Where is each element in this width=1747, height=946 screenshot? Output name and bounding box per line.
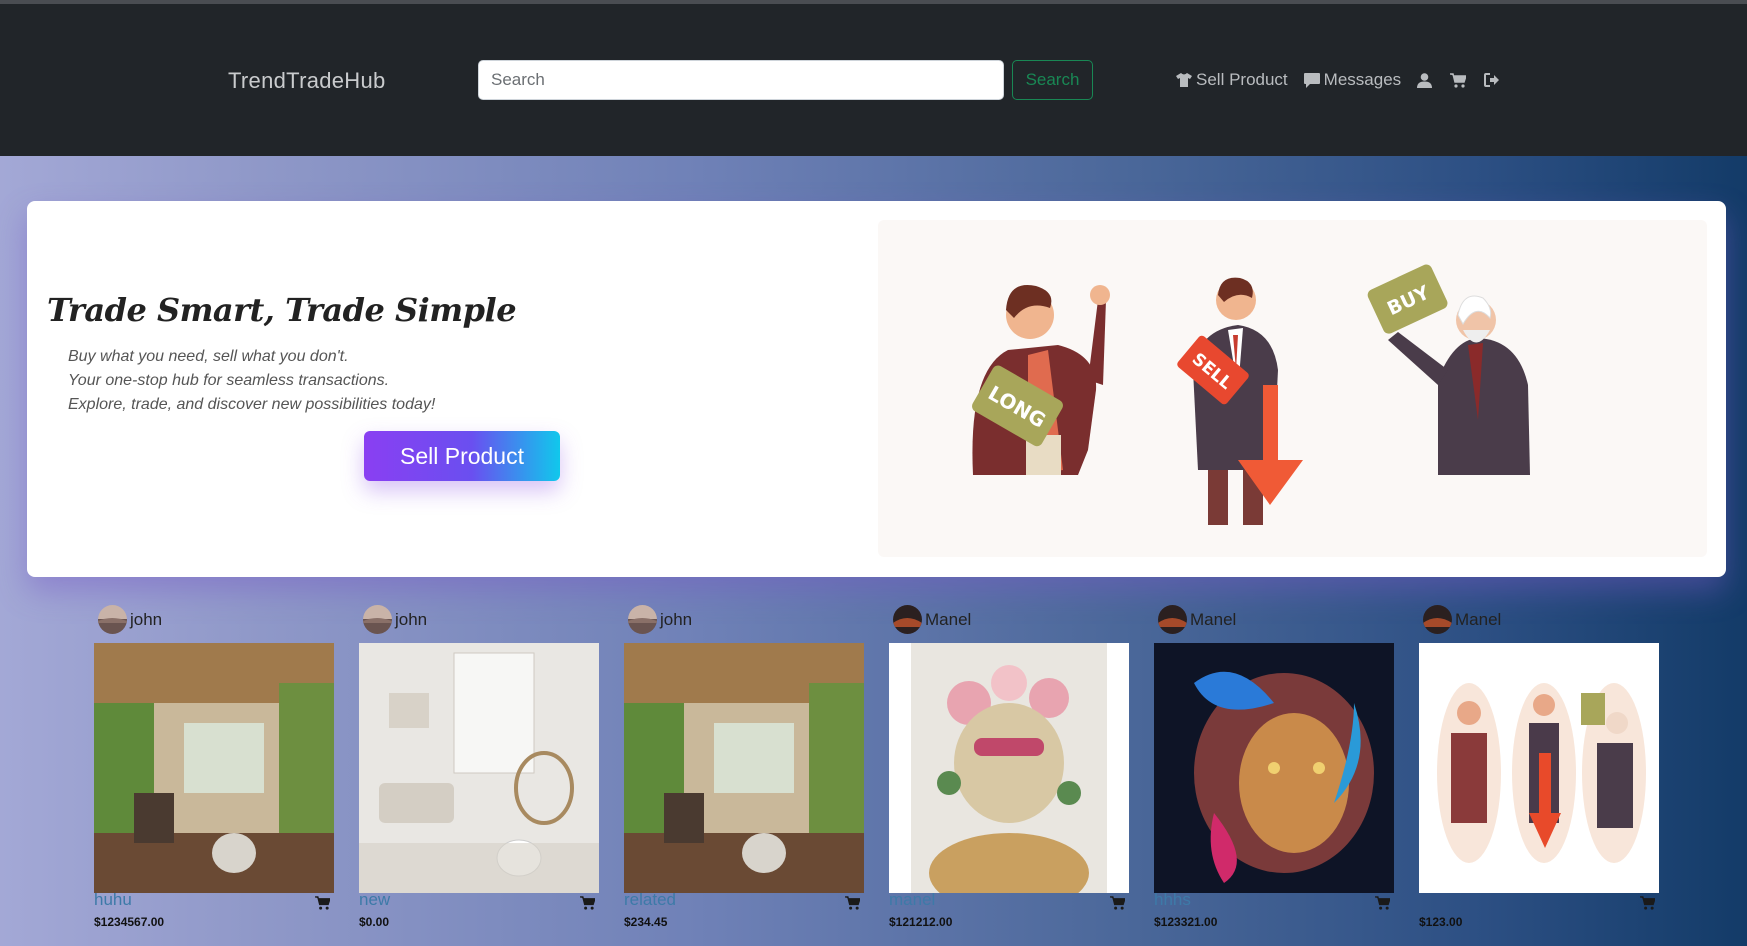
logout-button[interactable] [1484,73,1500,87]
cart-icon [580,896,596,910]
hero-line: Your one-stop hub for seamless transacti… [68,372,390,389]
avatar [628,605,657,634]
cart-icon [1640,896,1656,910]
search-button[interactable]: Search [1012,60,1093,100]
cart-icon [1450,72,1467,88]
seller-name: john [130,609,163,629]
product-image[interactable] [1154,643,1394,893]
product-price: $123321.00 [1154,915,1218,929]
seller-info[interactable]: john [628,605,692,634]
shirt-icon [1176,73,1192,87]
product-price: $123.00 [1419,915,1463,929]
profile-button[interactable] [1417,72,1433,88]
seller-info[interactable]: Manel [1158,605,1236,634]
messages-link[interactable]: Messages [1303,70,1402,90]
avatar [98,605,127,634]
trader-sell-figure: SELL [1177,277,1303,525]
add-to-cart-button[interactable] [1640,896,1656,915]
cart-icon [845,896,861,910]
add-to-cart-button[interactable] [1375,896,1391,915]
product-card[interactable]: Manel hhhs $123321.00 [1154,605,1394,946]
product-card[interactable]: john new $0.00 [359,605,599,946]
product-name[interactable]: manel [889,890,935,910]
seller-name: Manel [1455,609,1502,629]
product-card[interactable]: john huhu $1234567.00 [94,605,334,946]
seller-info[interactable]: john [363,605,427,634]
avatar [893,605,922,634]
product-price: $0.00 [359,915,390,929]
product-price: $234.45 [624,915,668,929]
product-card[interactable]: Manel manel $121212.00 [889,605,1129,946]
search-input[interactable] [478,60,1004,100]
product-name[interactable]: related [624,890,676,910]
user-icon [1417,72,1433,88]
seller-name: john [660,609,693,629]
product-image[interactable] [359,643,599,893]
trader-buy-figure: BUY [1367,264,1530,475]
hero-line: Explore, trade, and discover new possibi… [68,396,436,413]
seller-name: john [395,609,428,629]
seller-info[interactable]: Manel [1423,605,1501,634]
product-card[interactable]: Manel $123.00 [1419,605,1659,946]
cart-icon [1110,896,1126,910]
cart-icon [1375,896,1391,910]
product-image[interactable] [889,643,1129,893]
product-name[interactable]: huhu [94,890,132,910]
traders-illustration: LONG SELL BUY [878,220,1707,557]
logout-icon [1484,73,1500,87]
seller-info[interactable]: john [98,605,162,634]
main-content: Trade Smart, Trade Simple Buy what you n… [0,156,1747,946]
product-name[interactable]: new [359,890,390,910]
cart-button[interactable] [1450,72,1467,88]
product-image[interactable] [624,643,864,893]
add-to-cart-button[interactable] [315,896,331,915]
message-icon [1303,72,1320,88]
avatar [1158,605,1187,634]
add-to-cart-button[interactable] [580,896,596,915]
hero-line: Buy what you need, sell what you don't. [68,348,349,365]
nav-links: Sell Product Messages [1176,70,1518,90]
seller-name: Manel [925,609,972,629]
product-image[interactable] [94,643,334,893]
product-card[interactable]: john related $234.45 [624,605,864,946]
seller-name: Manel [1190,609,1237,629]
cart-icon [315,896,331,910]
trader-long-figure: LONG [972,285,1110,475]
sell-product-button[interactable]: Sell Product [364,431,560,481]
sell-product-link[interactable]: Sell Product [1176,70,1288,90]
hero-banner: Trade Smart, Trade Simple Buy what you n… [27,201,1726,577]
add-to-cart-button[interactable] [1110,896,1126,915]
brand-logo[interactable]: TrendTradeHub [228,68,386,94]
hero-title: Trade Smart, Trade Simple [47,291,517,329]
sell-product-label: Sell Product [1196,70,1288,89]
product-price: $121212.00 [889,915,953,929]
product-image[interactable] [1419,643,1659,893]
hero-tagline: Buy what you need, sell what you don't. … [68,345,435,417]
avatar [1423,605,1452,634]
add-to-cart-button[interactable] [845,896,861,915]
seller-info[interactable]: Manel [893,605,971,634]
navbar: TrendTradeHub Search Sell Product Messag… [0,4,1747,156]
messages-label: Messages [1323,70,1402,89]
product-name[interactable]: hhhs [1154,890,1191,910]
product-price: $1234567.00 [94,915,165,929]
avatar [363,605,392,634]
